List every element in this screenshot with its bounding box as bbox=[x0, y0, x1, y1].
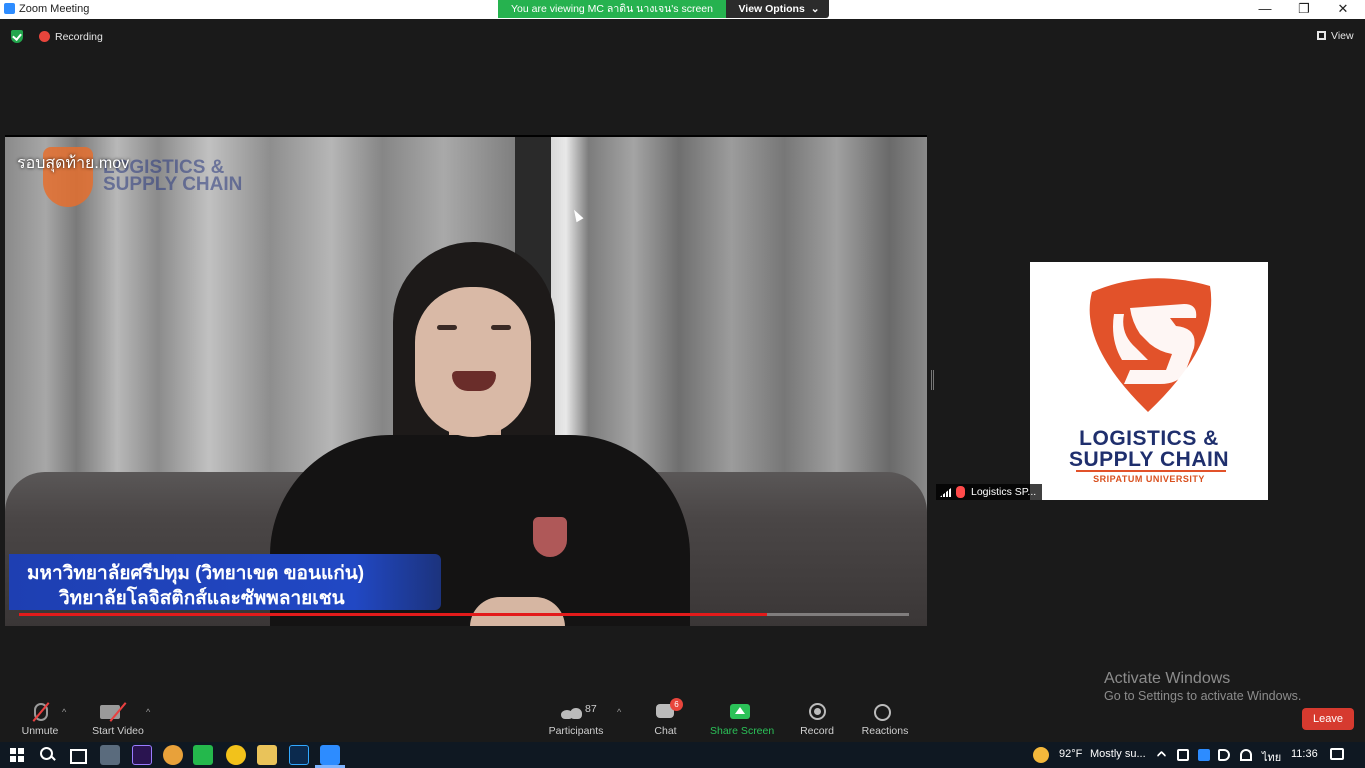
start-video-button[interactable]: Start Video bbox=[85, 700, 151, 740]
presenter-face bbox=[415, 287, 531, 437]
weather-icon[interactable] bbox=[1033, 747, 1049, 763]
shirt-logo bbox=[533, 517, 567, 557]
video-progress-track[interactable] bbox=[19, 613, 909, 616]
activate-windows-watermark: Activate Windows Go to Settings to activ… bbox=[1104, 670, 1301, 703]
start-video-label: Start Video bbox=[92, 725, 144, 737]
view-button[interactable]: View bbox=[1310, 28, 1358, 44]
share-screen-button[interactable]: Share Screen bbox=[710, 700, 775, 740]
caption-line-2: วิทยาลัยโลจิสติกส์และซัพพลายเชน bbox=[59, 588, 345, 609]
record-dot-icon bbox=[39, 31, 50, 42]
participants-button[interactable]: 87 Participants bbox=[545, 700, 607, 740]
activate-windows-subtitle: Go to Settings to activate Windows. bbox=[1104, 689, 1302, 703]
chat-label: Chat bbox=[654, 725, 677, 737]
participant-video-tile[interactable]: LOGISTICS & SUPPLY CHAIN SRIPATUM UNIVER… bbox=[1030, 262, 1268, 500]
share-screen-label: Share Screen bbox=[710, 725, 775, 737]
clock[interactable]: 11:36 bbox=[1291, 748, 1318, 760]
chat-unread-badge: 6 bbox=[670, 698, 683, 711]
logo-divider bbox=[1076, 470, 1226, 472]
presenter-hand bbox=[470, 597, 565, 626]
eye-left bbox=[437, 325, 457, 330]
reactions-button[interactable]: Reactions bbox=[861, 700, 909, 740]
chat-button[interactable]: 6 Chat bbox=[649, 698, 683, 740]
windows-start-icon[interactable] bbox=[8, 745, 28, 765]
reactions-label: Reactions bbox=[861, 725, 909, 737]
weather-text[interactable]: Mostly su... bbox=[1090, 748, 1146, 760]
audio-options-caret-icon[interactable]: ^ bbox=[62, 707, 66, 717]
search-icon[interactable] bbox=[38, 745, 58, 765]
presenter-mouth bbox=[452, 371, 496, 391]
logistics-logo-icon bbox=[1089, 278, 1212, 412]
zoom-taskbar-icon[interactable] bbox=[320, 745, 340, 765]
premiere-icon[interactable] bbox=[132, 745, 152, 765]
participants-icon bbox=[561, 704, 582, 719]
shared-screen[interactable]: LOGISTICS & SUPPLY CHAIN รอบสุดท้าย.mov … bbox=[5, 135, 927, 626]
task-view-icon[interactable] bbox=[67, 745, 87, 765]
volume-icon[interactable] bbox=[1218, 749, 1230, 761]
zoom-tray-icon[interactable] bbox=[1198, 749, 1210, 761]
app-icon-orange[interactable] bbox=[163, 745, 183, 765]
notifications-icon[interactable] bbox=[1330, 748, 1344, 760]
view-options-label: View Options bbox=[738, 3, 805, 15]
participants-label: Participants bbox=[548, 725, 604, 737]
recording-indicator[interactable]: Recording bbox=[55, 31, 103, 43]
view-options-button[interactable]: View Options ⌄ bbox=[726, 0, 829, 18]
reactions-icon bbox=[874, 704, 891, 721]
close-button[interactable]: ✕ bbox=[1324, 0, 1362, 19]
restore-button[interactable]: ❐ bbox=[1285, 0, 1323, 19]
participants-count: 87 bbox=[585, 703, 597, 715]
input-language[interactable]: ไทย bbox=[1262, 748, 1281, 766]
leave-button[interactable]: Leave bbox=[1302, 708, 1354, 730]
unmute-label: Unmute bbox=[21, 725, 59, 737]
window-title: Zoom Meeting bbox=[19, 3, 90, 15]
mic-muted-icon bbox=[956, 486, 965, 498]
video-file-name: รอบสุดท้าย.mov bbox=[17, 155, 130, 172]
panel-splitter-handle[interactable] bbox=[931, 370, 934, 390]
chevron-down-icon: ⌄ bbox=[810, 3, 820, 15]
signal-strength-icon bbox=[940, 488, 951, 497]
video-options-caret-icon[interactable]: ^ bbox=[146, 707, 150, 717]
minimize-button[interactable]: — bbox=[1246, 0, 1284, 19]
file-explorer-icon[interactable] bbox=[257, 745, 277, 765]
eye-right bbox=[491, 325, 511, 330]
view-label: View bbox=[1331, 30, 1354, 42]
photoshop-icon[interactable] bbox=[289, 745, 309, 765]
record-label: Record bbox=[800, 725, 834, 737]
view-grid-icon bbox=[1317, 31, 1326, 40]
zoom-icon bbox=[4, 3, 15, 14]
logo-line-2: SUPPLY CHAIN bbox=[1068, 448, 1230, 471]
unmute-button[interactable]: Unmute bbox=[4, 700, 76, 740]
activate-windows-title: Activate Windows bbox=[1104, 670, 1231, 687]
line-app-icon[interactable] bbox=[193, 745, 213, 765]
chrome-icon[interactable] bbox=[226, 745, 246, 765]
viewing-screen-banner: You are viewing MC ลาดิน นางเจน's screen bbox=[498, 0, 726, 18]
battery-icon[interactable] bbox=[1177, 749, 1189, 761]
share-screen-icon bbox=[730, 704, 750, 719]
video-progress-fill bbox=[19, 613, 767, 616]
shield-icon[interactable] bbox=[11, 30, 23, 43]
participant-name: Logistics SP... bbox=[971, 486, 1037, 498]
record-icon bbox=[809, 703, 826, 720]
participants-caret-icon[interactable]: ^ bbox=[617, 707, 621, 717]
participant-name-tag: Logistics SP... bbox=[936, 484, 1042, 500]
record-button[interactable]: Record bbox=[797, 700, 837, 740]
wifi-icon[interactable] bbox=[1240, 749, 1252, 761]
temperature[interactable]: 92°F bbox=[1059, 748, 1082, 760]
app-icon-1[interactable] bbox=[100, 745, 120, 765]
logo-line-3: SRIPATUM UNIVERSITY bbox=[1093, 474, 1205, 484]
